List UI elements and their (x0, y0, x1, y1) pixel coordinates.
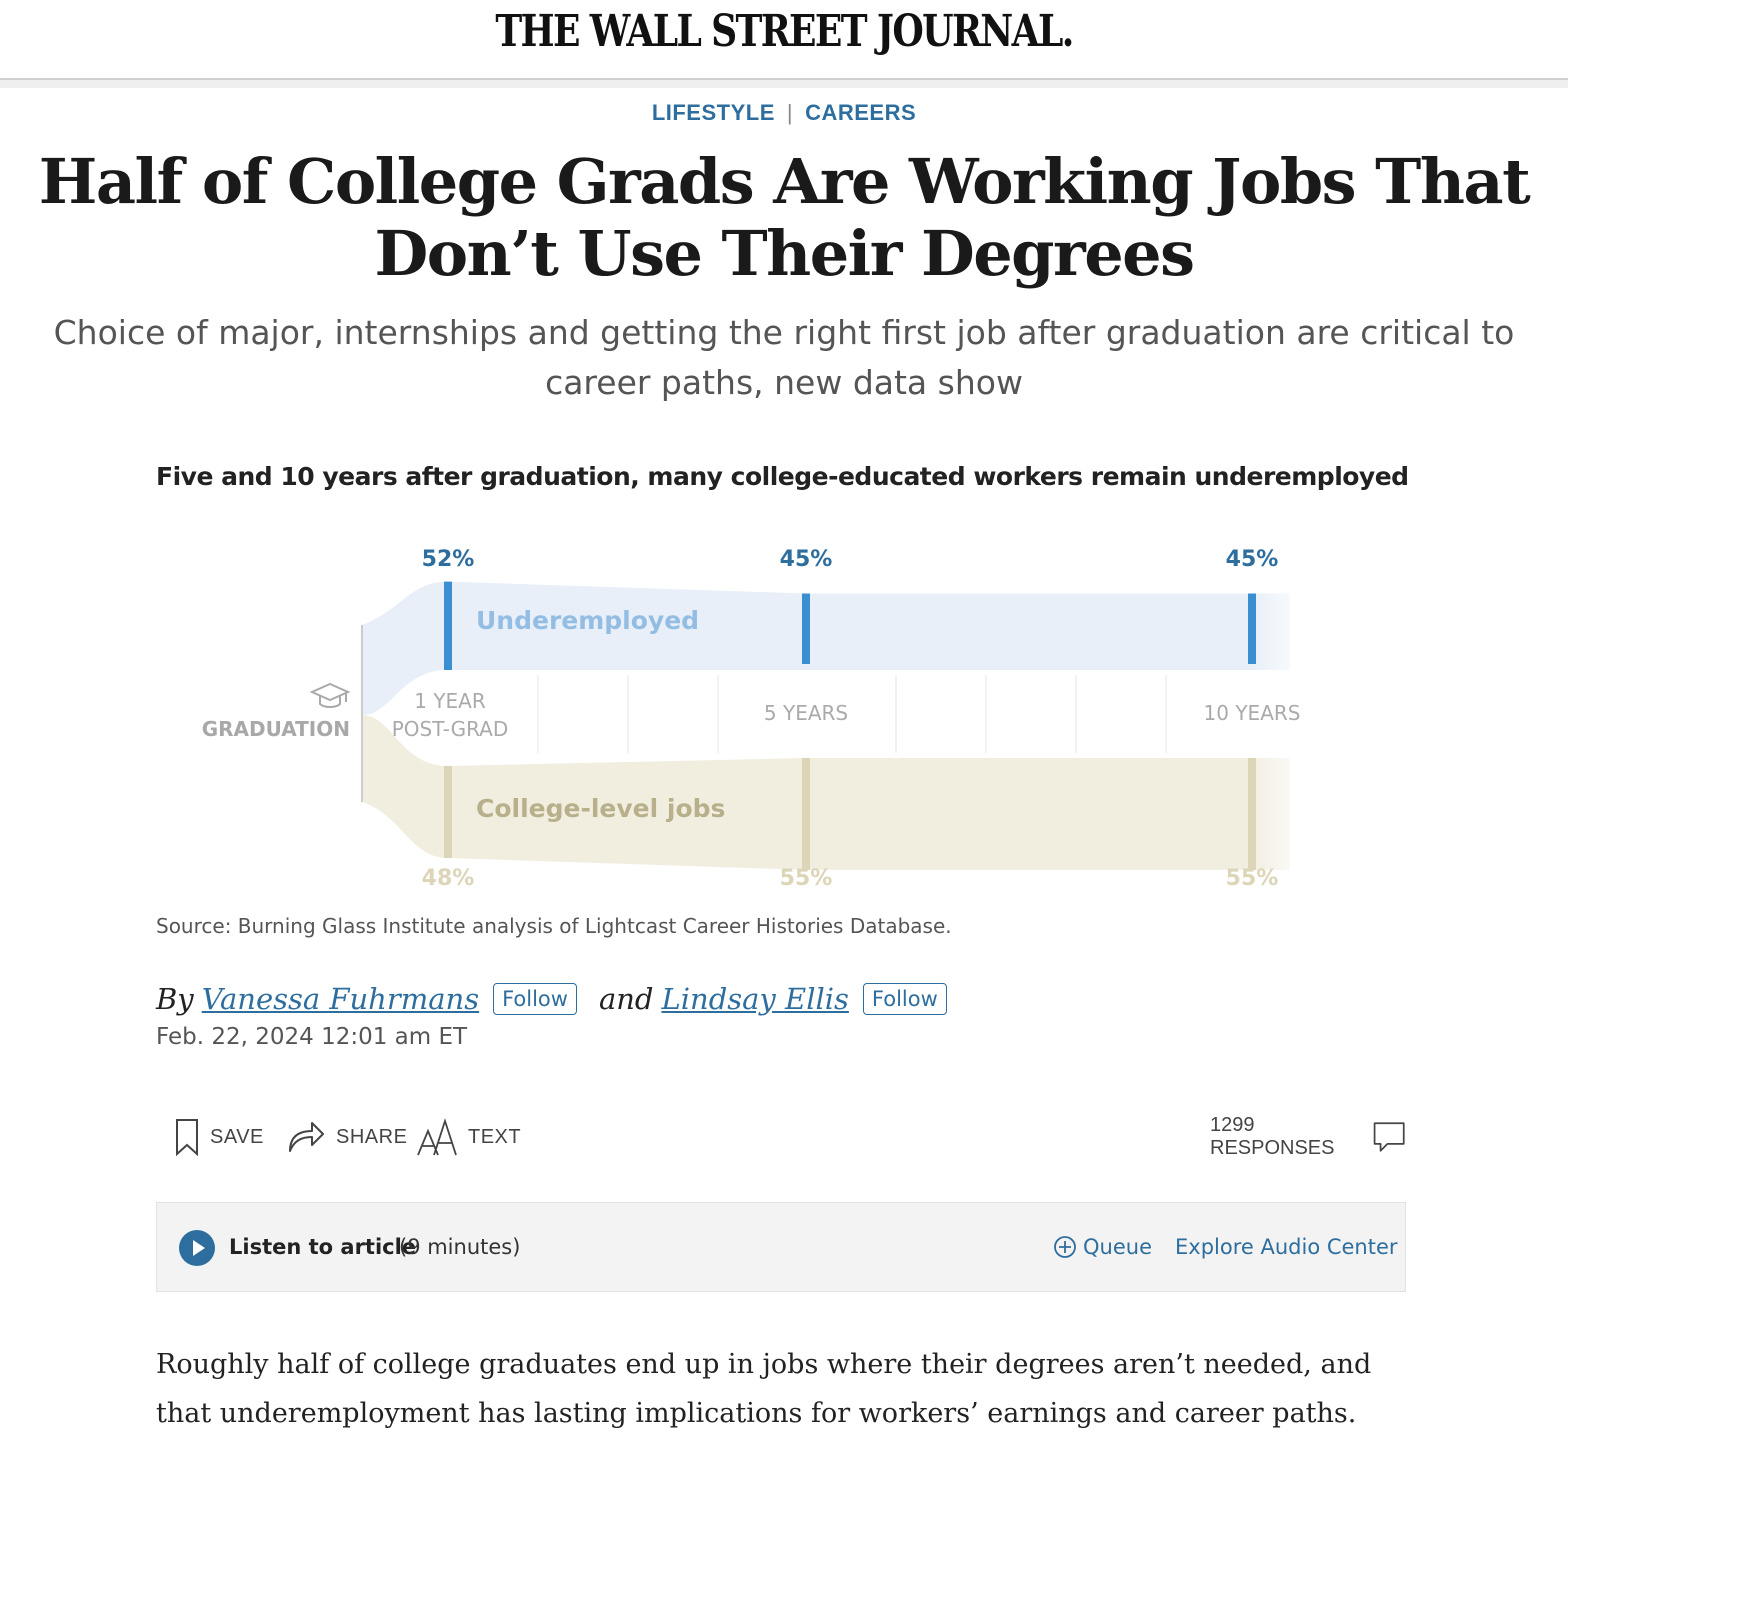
underemployed-series-label: Underemployed (476, 606, 699, 635)
underemployed-marker-bar (802, 593, 810, 664)
follow-author1-button[interactable]: Follow (493, 983, 577, 1015)
category-tick-label: 1 YEAR (414, 689, 486, 713)
listen-to-article-bar: Listen to article (9 minutes) Queue Expl… (156, 1202, 1406, 1292)
chart-source: Source: Burning Glass Institute analysis… (156, 914, 952, 938)
plus-circle-icon (1054, 1236, 1076, 1258)
underemployed-marker-bar (1248, 593, 1256, 664)
article-body-paragraph: Roughly half of college graduates end up… (156, 1349, 1372, 1429)
header-divider-band (0, 80, 1568, 88)
responses-button[interactable]: 1299 RESPONSES (1210, 1112, 1406, 1162)
underemployed-value-label: 45% (1226, 547, 1279, 572)
share-arrow-icon (289, 1122, 324, 1152)
college-level-marker-bar (444, 766, 452, 858)
underemployed-marker-bar (444, 581, 452, 670)
follow-author2-button[interactable]: Follow (862, 983, 947, 1015)
author-link-vanessa-fuhrmans[interactable]: Vanessa Fuhrmans (202, 982, 479, 1016)
college-level-value-label: 55% (780, 866, 833, 891)
play-icon[interactable] (179, 1230, 215, 1266)
article-dek: Choice of major, internships and getting… (53, 313, 1515, 402)
underemployment-chart: 52% 48% 45% 55% 45% 55% Underemployed College-l… (202, 547, 1310, 891)
article-toolbar: SAVE SHARE TEXT 1299 RESPONSES (156, 1112, 1406, 1162)
underemployed-area (362, 581, 1290, 715)
byline-and: and (598, 982, 654, 1016)
wsj-logo[interactable]: THE WALL STREET JOURNAL. (141, 6, 1427, 57)
category-tick-label: 5 YEARS (764, 701, 848, 725)
section-link-lifestyle[interactable]: LIFESTYLE (652, 100, 775, 125)
share-label: SHARE (336, 1125, 408, 1148)
graduation-label: GRADUATION (202, 717, 350, 741)
byline: By Vanessa Fuhrmans Follow and Lindsay E… (156, 982, 947, 1016)
text-size-button[interactable]: TEXT (416, 1112, 521, 1162)
explore-audio-center-link[interactable]: Explore Audio Center (1175, 1235, 1398, 1259)
listen-label[interactable]: Listen to article (229, 1235, 416, 1259)
article-timestamp: Feb. 22, 2024 12:01 am ET (156, 1024, 468, 1050)
graduation-cap-icon (309, 682, 351, 708)
college-level-value-label: 48% (422, 866, 475, 891)
responses-label: 1299 RESPONSES (1210, 1114, 1335, 1159)
college-level-value-label: 55% (1226, 866, 1279, 891)
chart-title: Five and 10 years after graduation, many… (156, 462, 1409, 491)
save-button[interactable]: SAVE (174, 1112, 264, 1162)
save-label: SAVE (210, 1125, 264, 1148)
college-level-marker-bar (1248, 758, 1256, 870)
college-level-marker-bar (802, 758, 810, 870)
category-tick-label: POST-GRAD (392, 717, 509, 741)
text-label: TEXT (468, 1125, 522, 1148)
category-tick-label: 10 YEARS (1204, 701, 1301, 725)
breadcrumb-separator: | (786, 100, 794, 125)
queue-button[interactable]: Queue (1053, 1235, 1152, 1259)
text-size-icon (417, 1118, 457, 1156)
masthead: THE WALL STREET JOURNAL. (0, 0, 1568, 80)
article-headline: Half of College Grads Are Working Jobs T… (38, 145, 1531, 290)
share-button[interactable]: SHARE (286, 1112, 407, 1162)
college-level-series-label: College-level jobs (476, 794, 725, 823)
underemployed-value-label: 52% (422, 547, 475, 572)
queue-label: Queue (1083, 1235, 1152, 1259)
bookmark-icon (176, 1119, 198, 1156)
listen-duration: (9 minutes) (399, 1235, 521, 1259)
byline-prefix: By (156, 982, 194, 1016)
author-link-lindsay-ellis[interactable]: Lindsay Ellis (661, 982, 848, 1016)
section-breadcrumb: LIFESTYLE | CAREERS (0, 100, 1568, 126)
section-link-careers[interactable]: CAREERS (805, 100, 916, 125)
underemployed-value-label: 45% (780, 547, 833, 572)
comment-bubble-icon (1373, 1122, 1405, 1152)
